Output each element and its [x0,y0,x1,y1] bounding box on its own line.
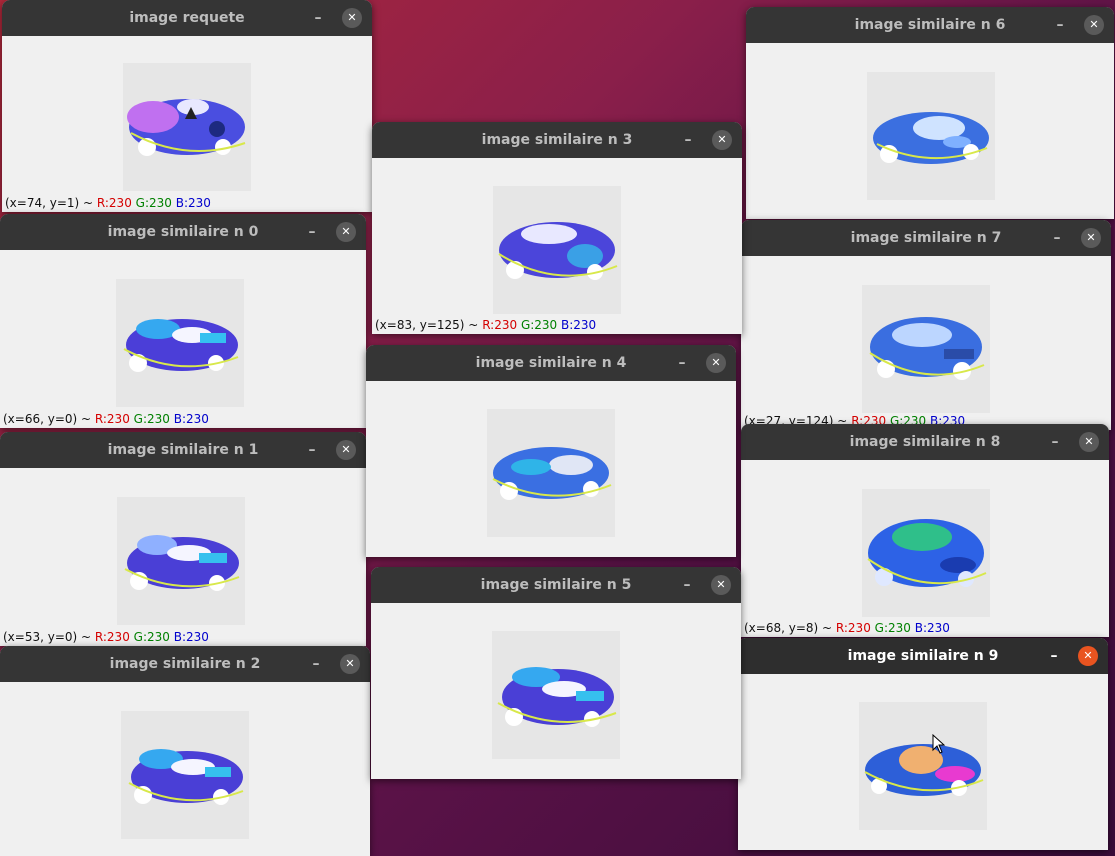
window-title: image similaire n 0 [107,224,259,240]
titlebar[interactable]: image similaire n 6 – ✕ [746,7,1114,43]
result-image [487,409,615,537]
titlebar[interactable]: image requete – ✕ [2,0,372,36]
minimize-button[interactable]: – [678,130,698,150]
close-button[interactable]: ✕ [712,130,732,150]
window-similar-7[interactable]: image similaire n 7 – ✕ (x=27, y=124) ~ … [741,220,1111,430]
minimize-button[interactable]: – [306,654,326,674]
close-button[interactable]: ✕ [1081,228,1101,248]
close-button[interactable]: ✕ [1084,15,1104,35]
result-image [116,279,244,407]
result-image [492,631,620,759]
minimize-button[interactable]: – [1044,646,1064,666]
window-similar-2[interactable]: image similaire n 2 – ✕ [0,646,370,856]
window-title: image requete [129,10,245,26]
close-button[interactable]: ✕ [1078,646,1098,666]
titlebar[interactable]: image similaire n 2 – ✕ [0,646,370,682]
minimize-button[interactable]: – [302,440,322,460]
window-similar-3[interactable]: image similaire n 3 – ✕ (x=83, y=125) ~ … [372,122,742,334]
pixel-status-bar: (x=74, y=1) ~ R:230 G:230 B:230 [5,196,211,210]
mouse-cursor-icon [932,734,946,754]
result-image [859,702,987,830]
pixel-status-bar: (x=66, y=0) ~ R:230 G:230 B:230 [3,412,209,426]
minimize-button[interactable]: – [1050,15,1070,35]
titlebar[interactable]: image similaire n 4 – ✕ [366,345,736,381]
window-title: image similaire n 2 [109,656,261,672]
close-button[interactable]: ✕ [336,440,356,460]
close-button[interactable]: ✕ [706,353,726,373]
titlebar[interactable]: image similaire n 5 – ✕ [371,567,741,603]
window-title: image similaire n 4 [475,355,627,371]
minimize-button[interactable]: – [308,8,328,28]
close-button[interactable]: ✕ [342,8,362,28]
close-button[interactable]: ✕ [1079,432,1099,452]
window-similar-5[interactable]: image similaire n 5 – ✕ [371,567,741,779]
titlebar[interactable]: image similaire n 9 – ✕ [738,638,1108,674]
titlebar[interactable]: image similaire n 3 – ✕ [372,122,742,158]
window-similar-0[interactable]: image similaire n 0 – ✕ (x=66, y=0) ~ R:… [0,214,366,428]
window-similar-6[interactable]: image similaire n 6 – ✕ [746,7,1114,219]
result-image [117,497,245,625]
window-title: image similaire n 6 [854,17,1006,33]
minimize-button[interactable]: – [1045,432,1065,452]
window-title: image similaire n 1 [107,442,259,458]
window-query[interactable]: image requete – ✕ (x=74, y=1) ~ R:230 G:… [2,0,372,212]
result-image [121,711,249,839]
window-title: image similaire n 9 [847,648,999,664]
minimize-button[interactable]: – [302,222,322,242]
window-title: image similaire n 7 [850,230,1002,246]
window-similar-9[interactable]: image similaire n 9 – ✕ [738,638,1108,850]
close-button[interactable]: ✕ [711,575,731,595]
query-image [123,63,251,191]
window-similar-4[interactable]: image similaire n 4 – ✕ [366,345,736,557]
close-button[interactable]: ✕ [340,654,360,674]
titlebar[interactable]: image similaire n 0 – ✕ [0,214,366,250]
result-image [493,186,621,314]
minimize-button[interactable]: – [672,353,692,373]
titlebar[interactable]: image similaire n 1 – ✕ [0,432,366,468]
result-image [862,285,990,413]
result-image [867,72,995,200]
window-title: image similaire n 5 [480,577,632,593]
pixel-status-bar: (x=53, y=0) ~ R:230 G:230 B:230 [3,630,209,644]
minimize-button[interactable]: – [1047,228,1067,248]
window-similar-1[interactable]: image similaire n 1 – ✕ (x=53, y=0) ~ R:… [0,432,366,646]
minimize-button[interactable]: – [677,575,697,595]
result-image [862,489,990,617]
titlebar[interactable]: image similaire n 8 – ✕ [741,424,1109,460]
pixel-status-bar: (x=83, y=125) ~ R:230 G:230 B:230 [375,318,597,332]
window-title: image similaire n 3 [481,132,633,148]
window-similar-8[interactable]: image similaire n 8 – ✕ (x=68, y=8) ~ R:… [741,424,1109,637]
titlebar[interactable]: image similaire n 7 – ✕ [741,220,1111,256]
close-button[interactable]: ✕ [336,222,356,242]
window-title: image similaire n 8 [849,434,1001,450]
pixel-status-bar: (x=68, y=8) ~ R:230 G:230 B:230 [744,621,950,635]
